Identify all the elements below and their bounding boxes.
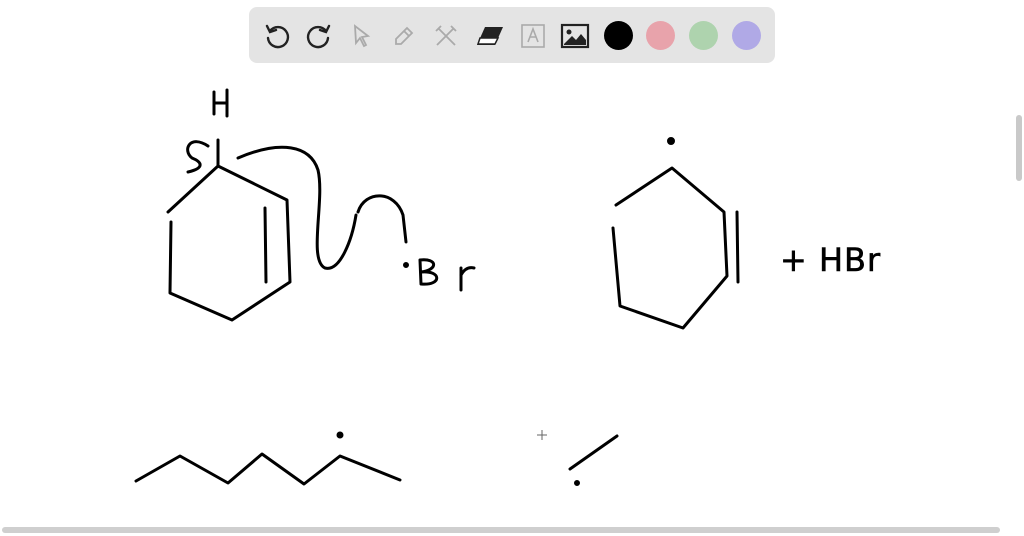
crosshair-cursor (537, 430, 547, 440)
image-icon[interactable] (560, 21, 590, 51)
cyclohexene-left (166, 138, 408, 322)
color-purple-swatch[interactable] (732, 21, 761, 50)
drawing-canvas[interactable]: + HBr (0, 0, 1024, 536)
handwritten-br (403, 258, 476, 292)
handwritten-plus-hbr: + HBr (780, 241, 881, 279)
cyclohexene-right (611, 137, 740, 330)
tools-icon[interactable] (431, 21, 461, 51)
partial-stroke (568, 434, 619, 486)
color-pink-swatch[interactable] (646, 21, 675, 50)
color-black-swatch[interactable] (604, 21, 633, 50)
vertical-scrollbar[interactable] (1016, 115, 1022, 181)
zigzag-chain (134, 431, 402, 486)
redo-icon[interactable] (304, 21, 334, 51)
select-icon[interactable] (346, 21, 376, 51)
undo-icon[interactable] (262, 21, 292, 51)
drawing-toolbar (249, 7, 775, 63)
text-icon[interactable] (518, 21, 548, 51)
eraser-icon[interactable] (475, 21, 505, 51)
horizontal-scrollbar[interactable] (2, 527, 1000, 533)
pen-icon[interactable] (389, 21, 419, 51)
handwritten-h (212, 88, 229, 118)
color-green-swatch[interactable] (689, 21, 718, 50)
